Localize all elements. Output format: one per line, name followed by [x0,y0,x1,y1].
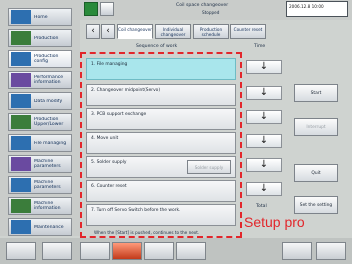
tab-0[interactable]: Coil changeover [117,24,153,39]
datetime-display: 2006.12.8 10:00 [286,1,348,17]
sidebar-item-4[interactable]: Data modify [8,92,72,110]
sidebar-item-icon [11,157,31,171]
sidebar-item-10[interactable]: Maintenance [8,218,72,236]
sidebar-item-9[interactable]: Machine information [8,197,72,215]
sidebar-item-label: Machine parameters [34,180,61,190]
sidebar-item-icon [11,220,31,234]
sidebar-item-icon [11,73,31,87]
total-label: Total [256,204,267,209]
sidebar-item-icon [11,94,31,108]
tab-prev-button[interactable]: ‹ [86,24,100,39]
sidebar-item-icon [11,115,31,129]
sidebar-item-5[interactable]: Production Upper/Lower [8,113,72,131]
sidebar-item-label: Home [34,14,48,20]
sidebar-item-0[interactable]: Home [8,8,72,26]
sidebar-item-label: Data modify [34,98,63,104]
sidebar-item-icon [11,10,31,24]
page-title: Coil space changeover [176,3,229,8]
sidebar-item-8[interactable]: Machine parameters [8,176,72,194]
sequence-header: Sequence of work [136,44,178,49]
tab-prev2-button[interactable]: ‹ [101,24,115,39]
sidebar-item-3[interactable]: Performance information [8,71,72,89]
down-arrow-icon[interactable]: ↓ [246,60,282,74]
action-button-1[interactable]: Interrupt [294,118,338,136]
sidebar-item-label: Performance information [34,75,64,85]
sidebar-item-2[interactable]: Production config [8,50,72,68]
sidebar-item-label: Machine information [34,201,61,211]
globe-icon[interactable] [80,242,110,260]
camera-icon[interactable] [144,242,174,260]
sidebar-item-label: Machine parameters [34,159,61,169]
sidebar-item-6[interactable]: File managing [8,134,72,152]
action-button-3[interactable]: Set the setting [294,196,338,214]
sidebar-item-label: Production Upper/Lower [34,117,64,127]
annotation-label: Setup pro [244,214,305,230]
action-button-0[interactable]: Start [294,84,338,102]
sidebar-item-icon [11,199,31,213]
monitor-icon[interactable] [42,242,72,260]
down-arrow-icon[interactable]: ↓ [246,158,282,172]
highlight-box [80,52,242,238]
stop-icon[interactable] [112,242,142,260]
sidebar-item-label: Production config [34,54,59,64]
save-icon[interactable] [84,2,98,16]
sidebar-item-7[interactable]: Machine parameters [8,155,72,173]
down-arrow-icon[interactable]: ↓ [246,182,282,196]
down-arrow-icon[interactable]: ↓ [246,134,282,148]
tab-1[interactable]: Individual changeover [155,24,191,39]
down-arrow-icon[interactable]: ↓ [246,86,282,100]
down-arrow-icon[interactable]: ↓ [246,110,282,124]
tab-3[interactable]: Counter reset [230,24,266,39]
help-icon[interactable] [282,242,312,260]
phone-icon[interactable] [316,242,346,260]
sidebar-item-icon [11,31,31,45]
sidebar-item-label: File managing [34,140,67,146]
top-bar: Coil space changeover Stopped 2006.12.8 … [80,0,352,20]
page-subtitle: Stopped [202,10,220,15]
sidebar-item-icon [11,178,31,192]
door-icon[interactable] [6,242,36,260]
sidebar-item-icon [11,52,31,66]
sidebar-item-label: Production [34,35,59,41]
tab-2[interactable]: Production schedule [193,24,229,39]
action-button-2[interactable]: Quit [294,164,338,182]
sidebar-item-label: Maintenance [34,224,64,230]
time-header: Time [254,44,266,49]
tool-icon[interactable] [176,242,206,260]
sidebar-item-icon [11,136,31,150]
nav-icon[interactable] [100,2,114,16]
sidebar-item-1[interactable]: Production [8,29,72,47]
